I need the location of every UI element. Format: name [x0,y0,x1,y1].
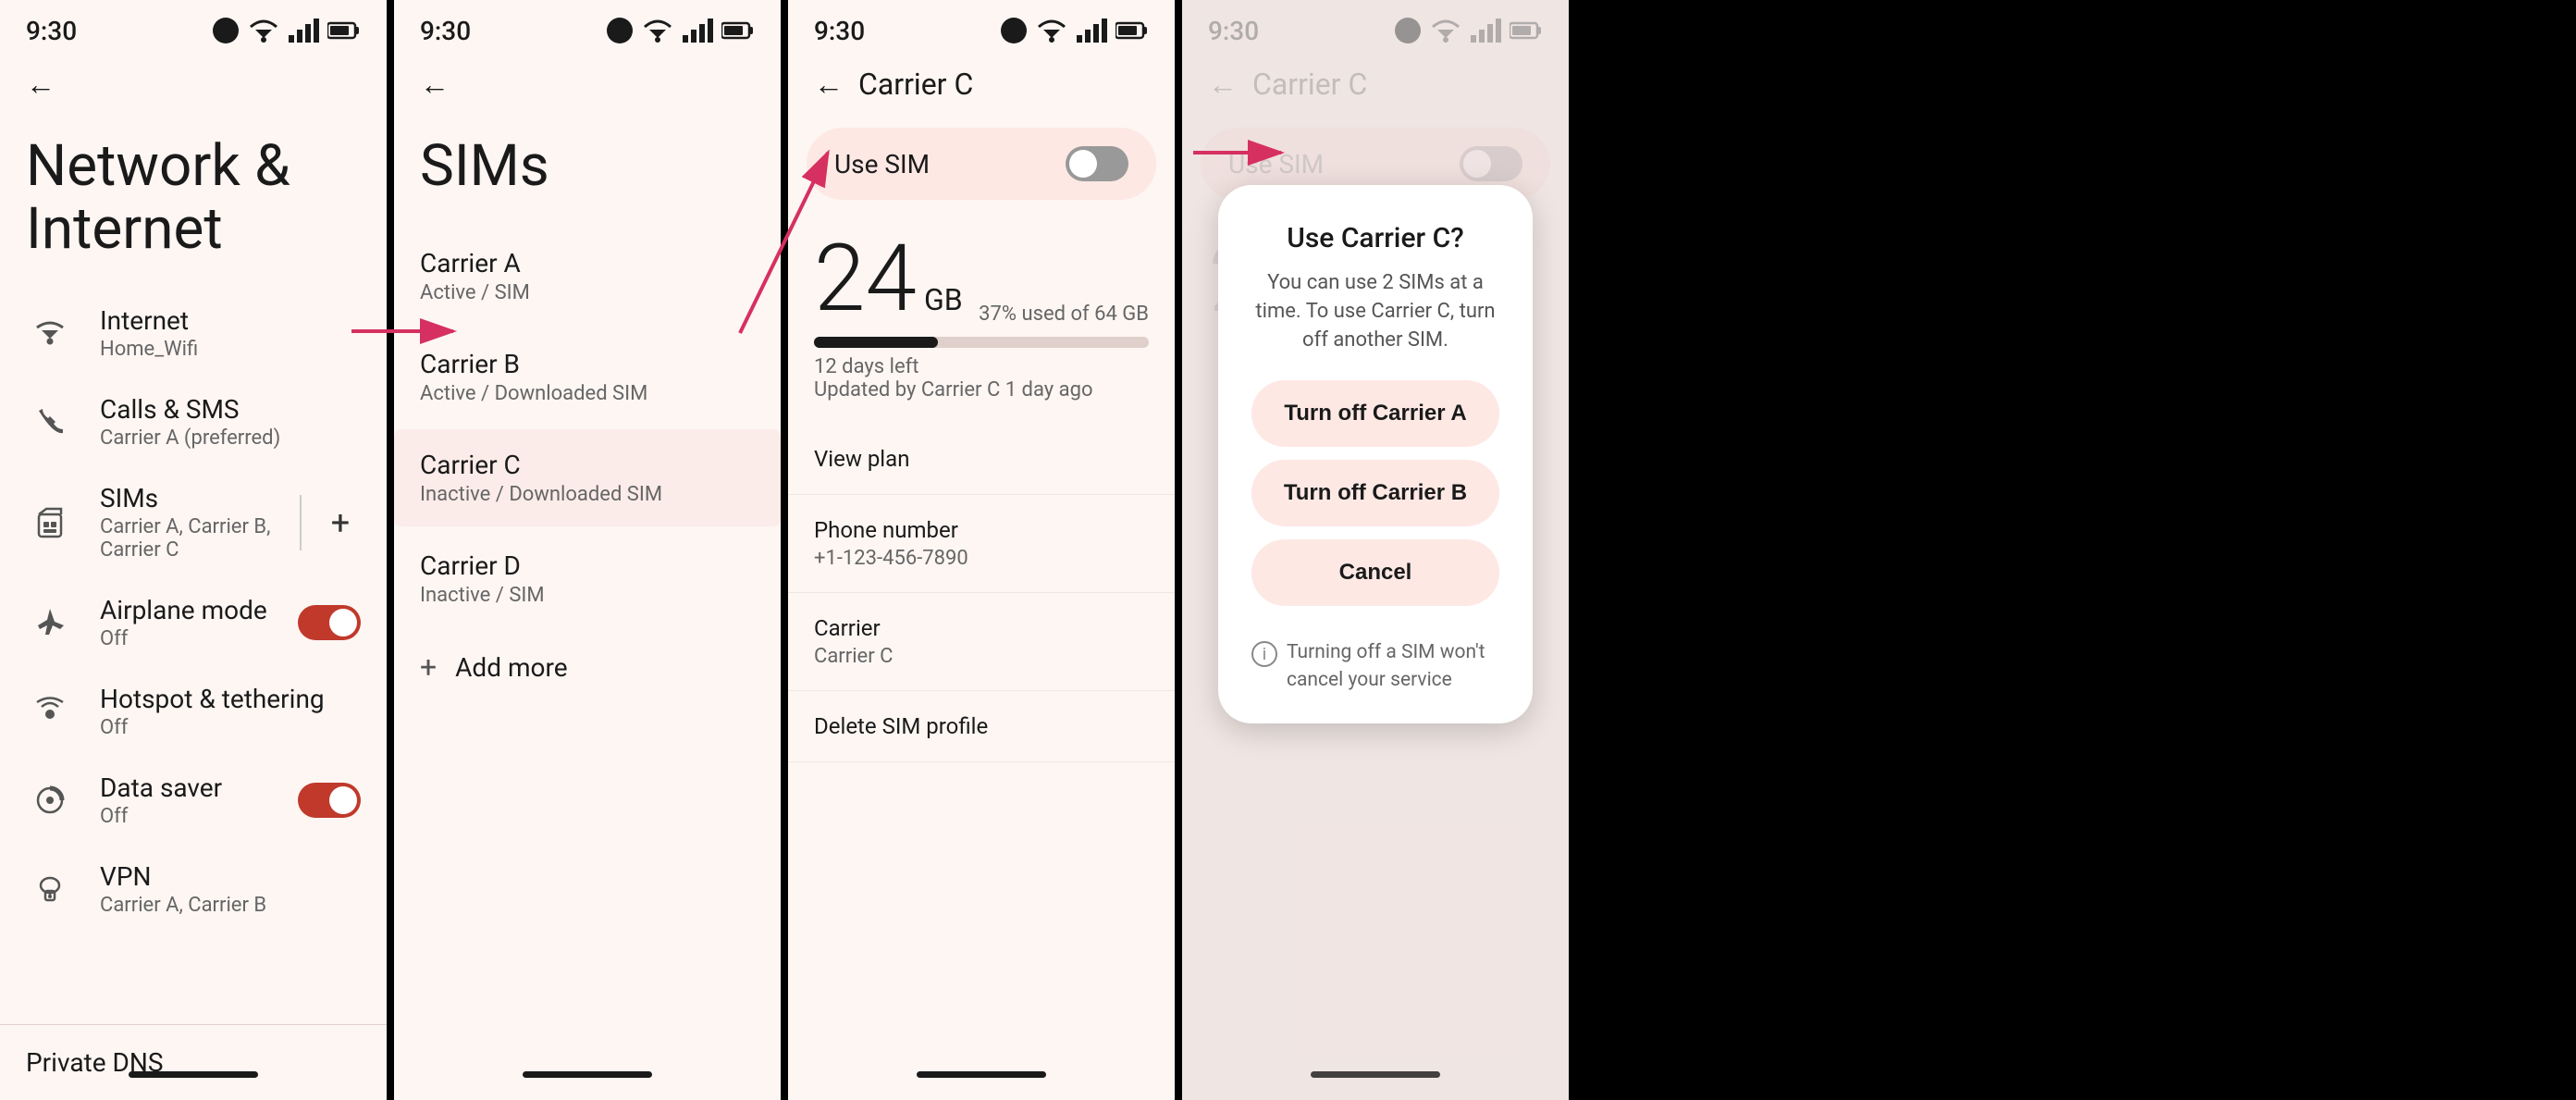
airplane-menu-icon [26,599,74,647]
airplane-right [298,605,361,640]
status-bar-1: 9:30 [0,0,387,52]
menu-text-calls: Calls & SMS Carrier A (preferred) [100,394,361,450]
sim-item-carrier-d[interactable]: Carrier D Inactive / SIM [394,530,781,627]
use-carrier-dialog: Use Carrier C? You can use 2 SIMs at a t… [1218,185,1533,723]
wifi-icon-2 [640,18,675,43]
battery-icon-3 [1115,21,1149,40]
use-sim-toggle-thumb [1069,150,1097,178]
camera-dot-3 [1001,18,1027,43]
back-button-1[interactable]: ← [26,67,55,102]
panel-carrier-c-dialog: 9:30 ← Carrier C Us [1182,0,1569,1100]
data-section: 24 GB 37% used of 64 GB 12 days left Upd… [788,211,1175,424]
sim-item-carrier-b[interactable]: Carrier B Active / Downloaded SIM [394,328,781,426]
battery-icon-2 [721,21,755,40]
data-updated: Updated by Carrier C 1 day ago [814,378,1149,402]
wifi-icon-3 [1034,18,1069,43]
hotspot-menu-icon [26,687,74,735]
menu-item-sims[interactable]: SIMs Carrier A, Carrier B, Carrier C + [0,466,387,578]
battery-icon-1 [327,21,361,40]
status-time-1: 9:30 [26,16,77,46]
menu-item-vpn[interactable]: VPN Carrier A, Carrier B [0,845,387,933]
datasaver-toggle[interactable] [298,783,361,818]
status-bar-2: 9:30 [394,0,781,52]
panel-network-internet: 9:30 ← Network & Internet [0,0,387,1100]
info-icon: i [1251,641,1277,667]
add-more-button[interactable]: + Add more [394,629,781,705]
cancel-button[interactable]: Cancel [1251,539,1499,606]
add-more-plus-icon: + [420,649,437,685]
menu-text-internet: Internet Home_Wifi [100,305,361,361]
panel-carrier-c: 9:30 ← Carrier C Us [788,0,1175,1100]
back-button-3[interactable]: ← [814,67,844,102]
use-sim-toggle[interactable] [1066,146,1128,181]
nav-bar-2: ← [394,52,781,117]
phone-menu-icon [26,398,74,446]
menu-item-airplane[interactable]: Airplane mode Off [0,578,387,667]
camera-dot-2 [607,18,633,43]
bottom-bar-1 [129,1071,258,1078]
camera-dot-1 [213,18,239,43]
dialog-title: Use Carrier C? [1251,222,1499,254]
page-title-1: Network & Internet [0,117,387,289]
add-sim-button[interactable]: + [320,502,361,543]
datasaver-toggle-thumb [329,786,357,814]
status-time-3: 9:30 [814,16,865,46]
airplane-toggle-thumb [329,609,357,637]
detail-view-plan[interactable]: View plan [788,424,1175,495]
wifi-icon-1 [246,18,281,43]
status-icons-1 [213,18,361,43]
data-progress-fill [814,337,938,348]
sim-item-carrier-c[interactable]: Carrier C Inactive / Downloaded SIM [394,429,781,526]
sim-item-carrier-a[interactable]: Carrier A Active / SIM [394,228,781,325]
detail-carrier[interactable]: Carrier Carrier C [788,593,1175,691]
nav-bar-3: ← Carrier C [788,52,1175,117]
menu-text-vpn: VPN Carrier A, Carrier B [100,861,361,917]
detail-delete-sim[interactable]: Delete SIM profile [788,691,1175,762]
nav-bar-1: ← [0,52,387,117]
menu-item-internet[interactable]: Internet Home_Wifi [0,289,387,377]
wifi-menu-icon [26,309,74,357]
datasaver-menu-icon [26,776,74,824]
menu-text-airplane: Airplane mode Off [100,595,298,650]
panel-sims: 9:30 ← SIMs Carri [394,0,781,1100]
menu-item-datasaver[interactable]: Data saver Off [0,756,387,845]
turn-off-carrier-b-button[interactable]: Turn off Carrier B [1251,460,1499,526]
menu-item-calls[interactable]: Calls & SMS Carrier A (preferred) [0,377,387,466]
signal-icon-3 [1077,19,1108,43]
data-progress-bar [814,337,1149,348]
data-amount: 24 GB [814,233,963,326]
footer-private-dns[interactable]: Private DNS [0,1024,387,1100]
sims-divider [300,495,302,550]
page-title-2: SIMs [394,117,781,226]
signal-icon-2 [683,19,714,43]
back-button-2[interactable]: ← [420,67,450,102]
detail-phone-number[interactable]: Phone number +1-123-456-7890 [788,495,1175,593]
vpn-menu-icon [26,865,74,913]
status-icons-3 [1001,18,1149,43]
data-header-row: 24 GB 37% used of 64 GB [814,233,1149,326]
menu-text-sims: SIMs Carrier A, Carrier B, Carrier C [100,483,292,562]
signal-icon-1 [289,19,320,43]
bottom-bar-2 [523,1071,652,1078]
status-icons-2 [607,18,755,43]
status-time-2: 9:30 [420,16,471,46]
datasaver-right [298,783,361,818]
turn-off-carrier-a-button[interactable]: Turn off Carrier A [1251,380,1499,447]
dialog-overlay: Use Carrier C? You can use 2 SIMs at a t… [1182,0,1569,1100]
dialog-info: i Turning off a SIM won't cancel your se… [1251,624,1499,694]
sims-right: + [292,495,361,550]
status-bar-3: 9:30 [788,0,1175,52]
dialog-info-text: Turning off a SIM won't cancel your serv… [1287,639,1499,694]
menu-text-datasaver: Data saver Off [100,772,298,828]
data-days-left: 12 days left [814,355,1149,378]
use-sim-row[interactable]: Use SIM [807,128,1156,200]
dialog-desc: You can use 2 SIMs at a time. To use Car… [1251,269,1499,354]
menu-item-hotspot[interactable]: Hotspot & tethering Off [0,667,387,756]
airplane-toggle[interactable] [298,605,361,640]
sim-menu-icon [26,499,74,547]
bottom-bar-3 [917,1071,1046,1078]
menu-text-hotspot: Hotspot & tethering Off [100,684,361,739]
